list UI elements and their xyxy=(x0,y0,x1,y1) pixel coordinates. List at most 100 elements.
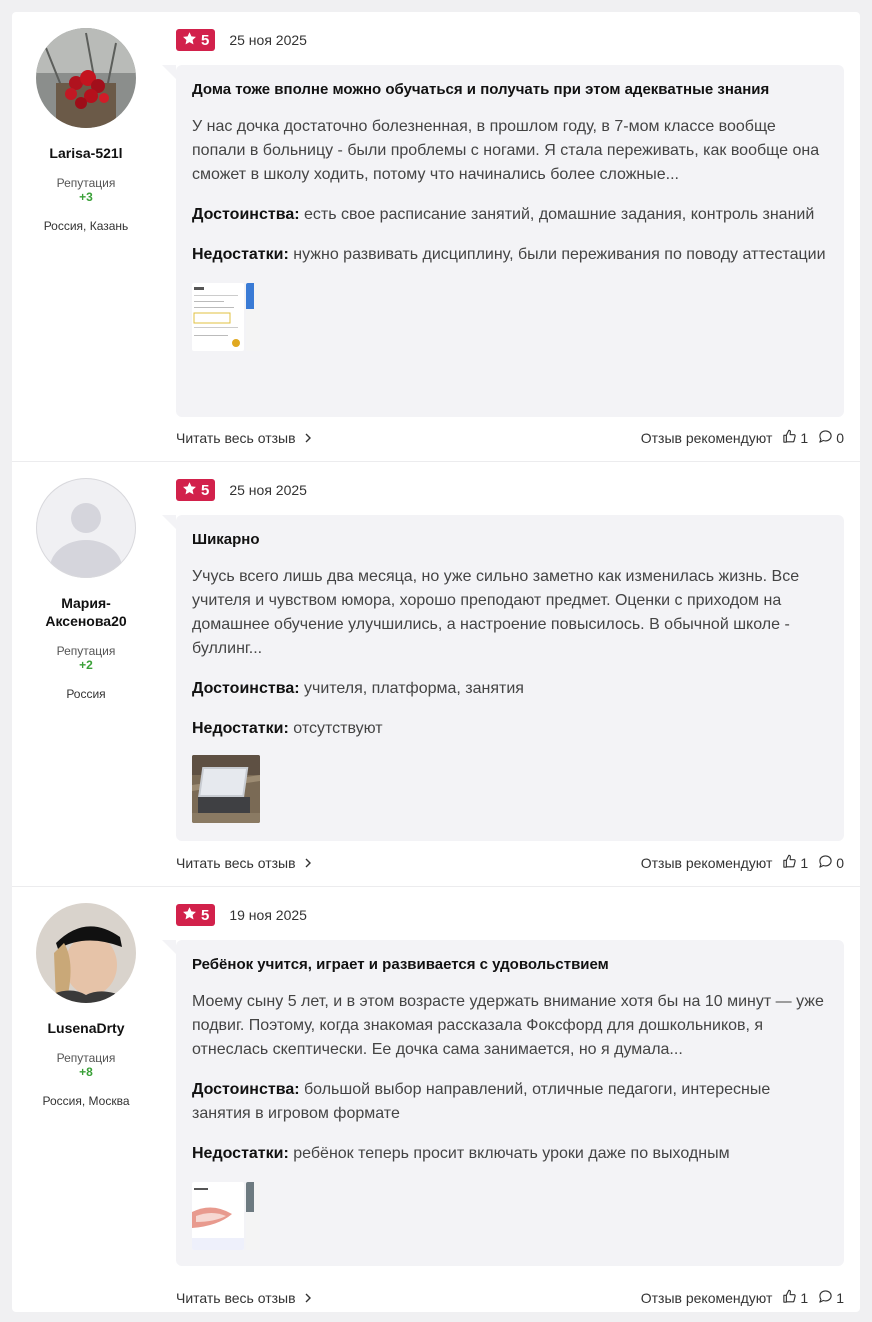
reputation-label: Репутация xyxy=(56,1051,116,1065)
chevron-right-icon xyxy=(304,430,312,446)
review-body: Шикарно Учусь всего лишь два месяца, но … xyxy=(162,515,844,841)
reputation-value: +8 xyxy=(79,1065,93,1079)
review-author: LusenaDrty Репутация +8 Россия, Москва xyxy=(12,903,160,1108)
review-date: 25 ноя 2025 xyxy=(229,482,307,498)
review-stats: Отзыв рекомендуют 1 0 xyxy=(641,854,844,872)
cons-label: Недостатки: xyxy=(192,1145,289,1162)
recommend-label: Отзыв рекомендуют xyxy=(640,1290,773,1306)
review-stats: Отзыв рекомендуют 1 1 xyxy=(641,1289,844,1307)
cons-text: нужно развивать дисциплину, были пережив… xyxy=(293,246,826,263)
review-photos xyxy=(192,1182,828,1250)
rating-value: 5 xyxy=(201,31,210,49)
review-stats: Отзыв рекомендуют 1 0 xyxy=(641,429,844,447)
review-author: Мария-Аксенова20 Репутация +2 Россия xyxy=(12,478,160,701)
photo-thumbnail[interactable] xyxy=(246,1182,260,1250)
read-more-label: Читать весь отзыв xyxy=(176,1290,296,1306)
star-icon xyxy=(182,31,197,50)
chevron-right-icon xyxy=(304,1290,312,1306)
author-location: Россия, Казань xyxy=(43,219,129,233)
comments-button[interactable]: 0 xyxy=(818,429,844,447)
thumb-up-icon xyxy=(782,429,797,447)
read-more-link[interactable]: Читать весь отзыв xyxy=(176,855,312,871)
comment-count: 0 xyxy=(836,855,844,871)
review-text: Моему сыну 5 лет, и в этом возрасте удер… xyxy=(192,993,824,1058)
avatar[interactable] xyxy=(36,478,136,578)
review-body: Ребёнок учится, играет и развивается с у… xyxy=(162,940,844,1266)
reviews-card: Larisa-521l Репутация +3 Россия, Казань … xyxy=(12,12,860,1312)
rating-value: 5 xyxy=(201,906,210,924)
review-pros: Достоинства: большой выбор направлений, … xyxy=(192,1078,828,1126)
review-cons: Недостатки: нужно развивать дисциплину, … xyxy=(192,243,828,267)
rating-badge: 5 xyxy=(176,29,216,51)
read-more-label: Читать весь отзыв xyxy=(176,430,296,446)
author-name[interactable]: Мария-Аксенова20 xyxy=(12,594,160,630)
star-icon xyxy=(182,481,197,500)
review-header: 5 25 ноя 2025 xyxy=(176,28,307,52)
thumb-up-icon xyxy=(782,854,797,872)
reputation-value: +2 xyxy=(79,658,93,672)
recommend-label: Отзыв рекомендуют xyxy=(640,855,773,871)
review-photos xyxy=(192,283,828,351)
photo-thumbnail[interactable] xyxy=(192,755,260,823)
cons-label: Недостатки: xyxy=(192,720,289,737)
like-count: 1 xyxy=(800,430,809,446)
review-title[interactable]: Шикарно xyxy=(192,530,828,550)
review-author: Larisa-521l Репутация +3 Россия, Казань xyxy=(12,28,160,233)
reputation-label: Репутация xyxy=(56,176,116,190)
review-pros: Достоинства: учителя, платформа, занятия xyxy=(192,677,828,701)
photo-thumbnail[interactable] xyxy=(246,283,260,351)
review-header: 5 19 ноя 2025 xyxy=(176,903,307,927)
cons-text: отсутствуют xyxy=(293,720,383,737)
author-location: Россия xyxy=(66,687,106,701)
read-more-label: Читать весь отзыв xyxy=(176,855,296,871)
comment-count: 1 xyxy=(836,1290,844,1306)
avatar[interactable] xyxy=(36,903,136,1003)
review-date: 25 ноя 2025 xyxy=(229,32,307,48)
pros-text: учителя, платформа, занятия xyxy=(304,680,524,697)
review-cons: Недостатки: ребёнок теперь просит включа… xyxy=(192,1142,828,1166)
star-icon xyxy=(182,906,197,925)
review-header: 5 25 ноя 2025 xyxy=(176,478,307,502)
comments-button[interactable]: 0 xyxy=(818,854,844,872)
like-button[interactable]: 1 xyxy=(782,429,808,447)
comment-icon xyxy=(818,1289,833,1307)
pros-label: Достоинства: xyxy=(192,680,300,697)
read-more-link[interactable]: Читать весь отзыв xyxy=(176,1290,312,1306)
review-title[interactable]: Ребёнок учится, играет и развивается с у… xyxy=(192,955,828,975)
read-more-link[interactable]: Читать весь отзыв xyxy=(176,430,312,446)
rating-badge: 5 xyxy=(176,904,216,926)
review-footer: Читать весь отзыв Отзыв рекомендуют 1 0 xyxy=(176,853,844,873)
review-item: Мария-Аксенова20 Репутация +2 Россия 5 2… xyxy=(12,462,860,886)
thumb-up-icon xyxy=(782,1289,797,1307)
rating-badge: 5 xyxy=(176,479,216,501)
comment-icon xyxy=(818,854,833,872)
photo-thumbnail[interactable] xyxy=(192,283,244,351)
like-button[interactable]: 1 xyxy=(782,1289,808,1307)
like-count: 1 xyxy=(800,855,809,871)
comments-button[interactable]: 1 xyxy=(818,1289,844,1307)
pros-label: Достоинства: xyxy=(192,206,300,223)
recommend-label: Отзыв рекомендуют xyxy=(640,430,773,446)
author-name[interactable]: Larisa-521l xyxy=(12,144,160,162)
review-title[interactable]: Дома тоже вполне можно обучаться и получ… xyxy=(192,80,828,100)
review-footer: Читать весь отзыв Отзыв рекомендуют 1 1 xyxy=(176,1288,844,1308)
pros-text: есть свое расписание занятий, домашние з… xyxy=(304,206,815,223)
comment-icon xyxy=(818,429,833,447)
review-pros: Достоинства: есть свое расписание заняти… xyxy=(192,203,828,227)
author-name[interactable]: LusenaDrty xyxy=(12,1019,160,1037)
review-cons: Недостатки: отсутствуют xyxy=(192,717,828,741)
rating-value: 5 xyxy=(201,481,210,499)
pros-label: Достоинства: xyxy=(192,1081,300,1098)
avatar[interactable] xyxy=(36,28,136,128)
author-location: Россия, Москва xyxy=(42,1094,130,1108)
like-button[interactable]: 1 xyxy=(782,854,808,872)
review-item: Larisa-521l Репутация +3 Россия, Казань … xyxy=(12,12,860,461)
comment-count: 0 xyxy=(836,430,844,446)
review-date: 19 ноя 2025 xyxy=(229,907,307,923)
like-count: 1 xyxy=(800,1290,809,1306)
review-photos xyxy=(192,755,828,823)
photo-thumbnail[interactable] xyxy=(192,1182,244,1250)
cons-text: ребёнок теперь просит включать уроки даж… xyxy=(293,1145,730,1162)
chevron-right-icon xyxy=(304,855,312,871)
review-body: Дома тоже вполне можно обучаться и получ… xyxy=(162,65,844,417)
